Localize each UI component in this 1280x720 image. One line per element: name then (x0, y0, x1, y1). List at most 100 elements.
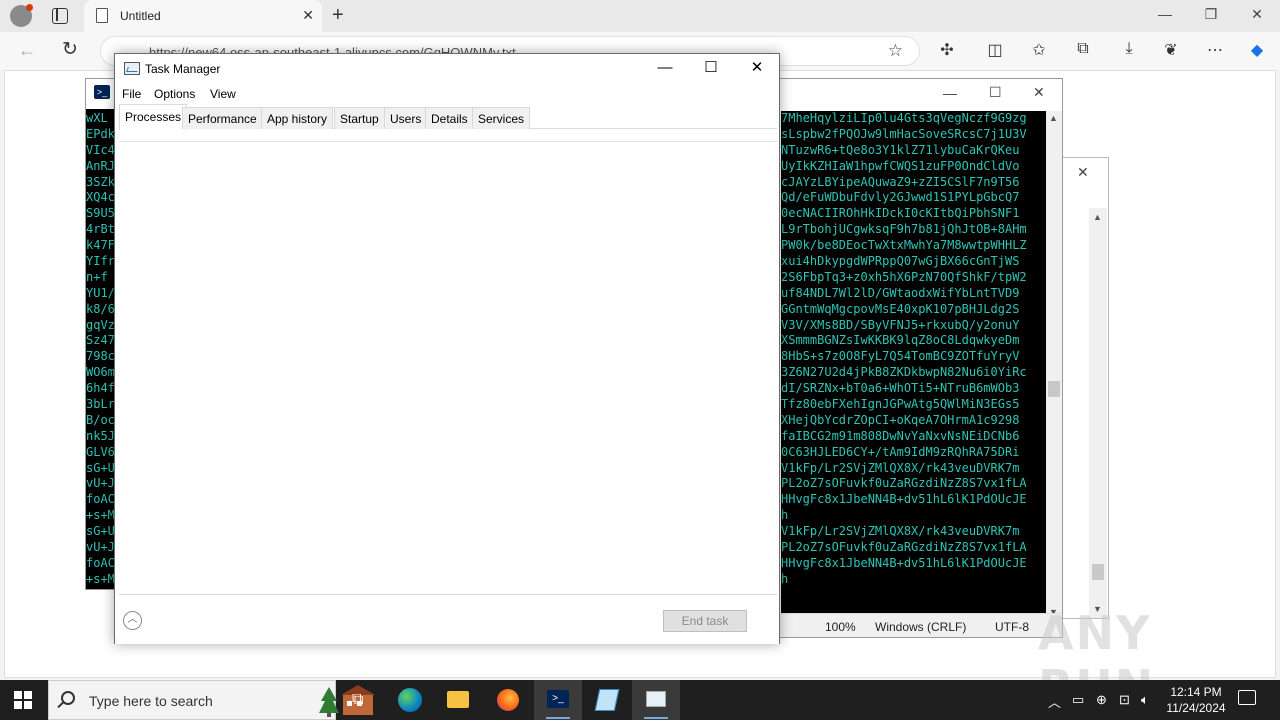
profile-avatar-icon[interactable] (10, 4, 33, 27)
notepad-close-button[interactable]: ✕ (1033, 84, 1045, 101)
notepad-icon (594, 689, 620, 711)
powershell-icon: >_ (94, 85, 110, 99)
notepad-line: PW0k/be8DEocTwXtxMwhYa7M8wwtpWHHLZ (781, 238, 1027, 253)
tab-app-history[interactable]: App history (261, 107, 334, 129)
browser-tab[interactable]: Untitled ✕ (84, 0, 322, 32)
tab-processes[interactable]: Processes (119, 104, 188, 130)
terminal-line: +s+M (86, 571, 115, 586)
terminal-line: vU+J (86, 476, 115, 491)
favorites-icon[interactable]: ✩ (1028, 40, 1050, 60)
collections-icon[interactable]: ⧉ (1072, 40, 1094, 58)
terminal-line: B/oc (86, 412, 115, 427)
split-screen-icon[interactable]: ◫ (984, 40, 1006, 60)
maximize-button[interactable]: ☐ (688, 58, 734, 82)
performance-icon[interactable]: ❦ (1160, 40, 1182, 60)
task-manager-titlebar[interactable]: Task Manager — ☐ ✕ (115, 54, 779, 84)
minimize-button[interactable]: — (642, 58, 688, 82)
menu-view[interactable]: View (210, 87, 236, 101)
menu-file[interactable]: File (122, 87, 141, 101)
notepad-line: 7MheHqylziLIp0lu4Gts3qVegNczf9G9zg (781, 111, 1027, 125)
powershell-taskbar-icon: >_ (547, 690, 569, 708)
notepad-text-area[interactable]: 7MheHqylziLIp0lu4Gts3qVegNczf9G9zg sLspbw… (779, 111, 1047, 619)
scroll-up-icon[interactable]: ▲ (1049, 113, 1058, 123)
more-menu-icon[interactable]: ⋯ (1204, 40, 1226, 60)
tab-title: Untitled (120, 9, 161, 23)
powershell-titlebar[interactable]: >_ (86, 79, 114, 109)
terminal-line: EPdk (86, 126, 115, 141)
notepad-line: PL2oZ7sOFuvkf0uZaRGzdiNzZ8S7vx1fLA (781, 476, 1027, 491)
search-placeholder: Type here to search (89, 693, 213, 709)
status-line-ending: Windows (CRLF) (875, 620, 967, 634)
notepad-line: sLspbw2fPQOJw9lmHacSoveSRcsC7j1U3V (781, 126, 1027, 141)
notepad-line: dI/SRZNx+bT0a6+WhOTi5+NTruB6mWOb3 (781, 381, 1020, 396)
taskbar-search[interactable]: Type here to search (48, 680, 375, 720)
notification-icon[interactable] (1238, 690, 1256, 705)
menu-options[interactable]: Options (154, 87, 195, 101)
terminal-line: Sz47 (86, 333, 115, 348)
tray-security-icon[interactable]: ⊕ (1096, 692, 1107, 708)
notepad-line: NTuzwR6+tQe8o3Y1klZ71lybuCaKrQKeu (781, 142, 1020, 157)
notepad-maximize-button[interactable]: ☐ (989, 84, 1002, 101)
background-window-scrollbar[interactable]: ▲ ▼ (1089, 208, 1107, 618)
fewer-details-icon[interactable]: ︿ (123, 611, 142, 630)
taskbar-file-explorer[interactable] (434, 680, 482, 720)
notepad-minimize-button[interactable]: — (943, 85, 957, 101)
tray-device-icon[interactable]: ▭ (1072, 692, 1084, 708)
terminal-line: 3SZk (86, 174, 115, 189)
status-encoding: UTF-8 (995, 620, 1029, 634)
favorite-star-icon[interactable]: ☆ (888, 41, 903, 61)
terminal-line: foAC (86, 492, 115, 507)
notepad-line: cJAYzLBYipeAQuwaZ9+zZI5CSlF7n9T56 (781, 174, 1020, 189)
search-icon (61, 691, 75, 705)
downloads-icon[interactable]: ⤓ (1118, 40, 1140, 58)
close-button[interactable]: ✕ (734, 58, 780, 82)
tab-actions-icon[interactable] (52, 8, 68, 24)
powershell-window[interactable]: >_ wXL EPdk VIc4 AnRJ 3SZk XQ4c S9U5 4rBt k47F YI… (85, 78, 115, 590)
notepad-window[interactable]: — ☐ ✕ 7MheHqylziLIp0lu4Gts3qVegNczf9G9zg… (778, 78, 1063, 638)
terminal-line: gqVz (86, 317, 115, 332)
taskbar-clock[interactable]: 12:14 PM 11/24/2024 (1160, 684, 1232, 716)
windows-start-icon[interactable] (14, 691, 32, 709)
end-task-button[interactable]: End task (663, 610, 747, 632)
reload-icon[interactable]: ↻ (62, 38, 78, 61)
back-arrow-icon[interactable]: ← (18, 40, 36, 61)
browser-restore-button[interactable]: ❐ (1188, 6, 1234, 23)
terminal-line: AnRJ (86, 158, 115, 173)
new-tab-button[interactable]: + (332, 4, 344, 27)
background-window[interactable]: ✕ ▲ ▼ (1063, 157, 1109, 619)
tray-overflow-icon[interactable]: ︿ (1048, 692, 1061, 711)
tab-services[interactable]: Services (472, 107, 531, 129)
tab-details[interactable]: Details (425, 107, 474, 129)
tab-users[interactable]: Users (384, 107, 428, 129)
processes-list[interactable] (119, 141, 777, 595)
extensions-icon[interactable]: ✣ (936, 40, 958, 60)
taskbar-task-manager[interactable] (632, 680, 680, 720)
browser-minimize-button[interactable]: — (1142, 6, 1188, 22)
notepad-line: 3Z6N27U2d4jPkB8ZKDkbwpN82Nu6i0YiRc (781, 365, 1027, 380)
tray-network-icon[interactable]: ⊡ (1119, 692, 1130, 708)
tab-performance[interactable]: Performance (182, 107, 263, 129)
notepad-text-lines: 7MheHqylziLIp0lu4Gts3qVegNczf9G9zg sLspbw… (781, 111, 1047, 619)
background-window-close-button[interactable]: ✕ (1077, 164, 1089, 181)
taskbar-powershell[interactable]: >_ (534, 680, 582, 720)
taskbar-firefox[interactable] (484, 680, 532, 720)
notepad-line: XSmmmBGNZsIwKKBK9lqZ8oC8LdqwkyeDm (781, 333, 1020, 348)
notepad-vertical-scrollbar[interactable]: ▲ ▼ (1046, 111, 1062, 619)
notepad-line: 8HbS+s7z0O8FyL7Q54TomBC9ZOTfuYryV (781, 349, 1020, 364)
tab-close-icon[interactable]: ✕ (302, 7, 314, 24)
copilot-icon[interactable]: ◆ (1246, 40, 1268, 60)
scroll-thumb[interactable] (1048, 381, 1060, 397)
tray-volume-icon[interactable]: 🔈︎ (1141, 692, 1149, 708)
notepad-line: xui4hDkypgdWPRppQ07wGjBX66cGnTjWS (781, 254, 1020, 269)
task-manager-window[interactable]: Task Manager — ☐ ✕ File Options View Pro… (114, 53, 780, 644)
scroll-up-icon[interactable]: ▲ (1093, 212, 1102, 222)
task-view-button[interactable]: ⧉ (337, 680, 385, 720)
scroll-thumb[interactable] (1092, 564, 1104, 580)
notepad-titlebar[interactable]: — ☐ ✕ (779, 79, 1062, 109)
terminal-line: 798c (86, 349, 115, 364)
notepad-line: 0C63HJLED6CY+/tAm9IdM9zRQhRA75DRi (781, 444, 1020, 459)
taskbar-edge[interactable] (386, 680, 434, 720)
taskbar-notepad[interactable] (583, 680, 631, 720)
browser-close-button[interactable]: ✕ (1234, 6, 1280, 23)
tab-startup[interactable]: Startup (334, 107, 385, 129)
